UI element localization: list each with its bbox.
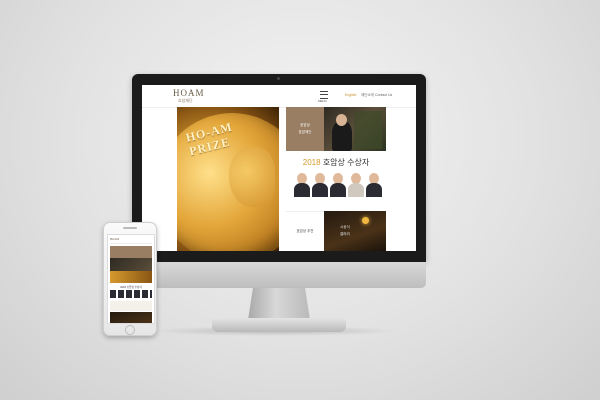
winner-photo-5 bbox=[366, 173, 382, 197]
desktop-monitor: HOAM 호암재단 MENU English 재단소개 Contact Us H… bbox=[132, 74, 426, 262]
desktop-screen: HOAM 호암재단 MENU English 재단소개 Contact Us H… bbox=[142, 85, 416, 251]
tile-winners[interactable]: 2018 호암상 수상자 bbox=[286, 151, 386, 209]
ceremony-label: 시상식 bbox=[340, 225, 350, 229]
tile-founder-portrait[interactable] bbox=[324, 107, 386, 151]
english-link[interactable]: English bbox=[345, 93, 356, 97]
hero-medal-image: HO-AM PRIZE bbox=[177, 107, 279, 251]
winner-photo-2 bbox=[312, 173, 328, 197]
hamburger-menu-icon[interactable] bbox=[320, 91, 328, 99]
tile-hoam-prize[interactable]: 호암상 호암재단 bbox=[286, 107, 324, 151]
monitor-stand-neck bbox=[248, 288, 310, 320]
site-logo[interactable]: HOAM bbox=[173, 88, 205, 98]
camera-dot bbox=[277, 77, 280, 80]
site-header: HOAM 호암재단 MENU English 재단소개 Contact Us bbox=[142, 85, 416, 108]
phone-home-button[interactable] bbox=[125, 325, 135, 335]
recommend-label: 호암상 추천 bbox=[296, 229, 314, 233]
mobile-phone: HOAM 2018 호암상 수상자 bbox=[103, 222, 157, 336]
winners-title: 호암상 수상자 bbox=[322, 158, 370, 167]
winner-photo-3 bbox=[330, 173, 346, 197]
tile-hoam-prize-label: 호암상 bbox=[300, 123, 310, 127]
ceremony-light bbox=[362, 217, 369, 224]
winners-heading: 2018 호암상 수상자 bbox=[286, 157, 386, 168]
monitor-chin bbox=[132, 262, 426, 288]
phone-screen: HOAM 2018 호암상 수상자 bbox=[107, 234, 155, 324]
phone-winners-title: 2018 호암상 수상자 bbox=[120, 286, 142, 289]
phone-tile-medal[interactable] bbox=[110, 271, 152, 283]
tile-recommend[interactable]: 호암상 추천 bbox=[286, 211, 324, 251]
phone-tile-ceremony[interactable] bbox=[110, 312, 152, 323]
phone-speaker bbox=[123, 227, 137, 229]
winners-year: 2018 bbox=[302, 158, 321, 167]
medal-portrait-relief bbox=[229, 147, 275, 207]
about-link[interactable]: 재단소개 bbox=[361, 93, 374, 98]
contact-link[interactable]: Contact Us bbox=[375, 93, 392, 97]
phone-site-logo[interactable]: HOAM bbox=[110, 237, 119, 241]
phone-header-divider bbox=[110, 243, 152, 244]
tile-hoam-foundation-label: 호암재단 bbox=[298, 130, 312, 134]
phone-tile-recommend[interactable] bbox=[110, 301, 152, 311]
monitor-stand-foot bbox=[212, 318, 346, 332]
founder-head bbox=[336, 114, 347, 126]
gallery-label: 갤러리 bbox=[340, 232, 350, 236]
painting-backdrop bbox=[354, 111, 382, 149]
menu-label[interactable]: MENU bbox=[318, 99, 327, 103]
tile-ceremony-gallery[interactable]: 시상식 갤러리 bbox=[324, 211, 386, 251]
winner-photo-1 bbox=[294, 173, 310, 197]
phone-tile-portrait[interactable] bbox=[110, 258, 152, 271]
phone-tile-brown[interactable] bbox=[110, 246, 152, 258]
site-logo-subtitle: 호암재단 bbox=[178, 98, 193, 103]
winner-photo-4 bbox=[348, 173, 364, 197]
phone-winners-strip[interactable] bbox=[110, 290, 152, 298]
